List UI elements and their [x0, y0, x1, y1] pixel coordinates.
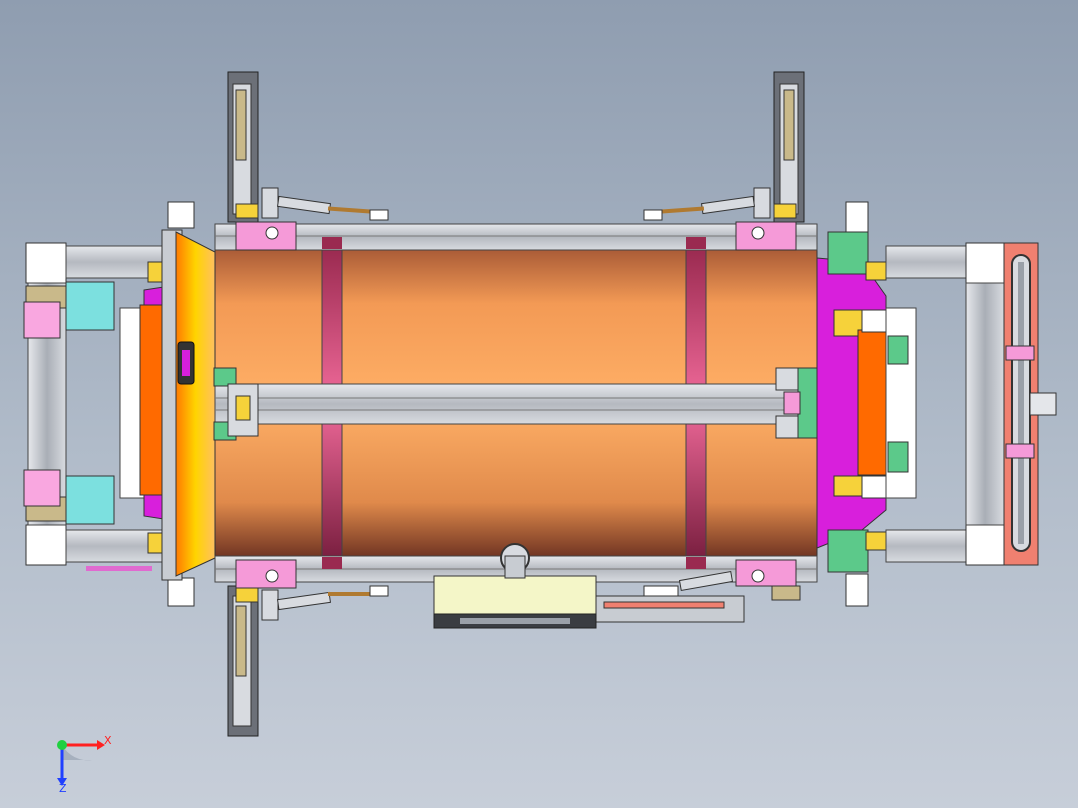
arm-top-left: [227, 71, 389, 251]
cad-assembly-drawing: X Z: [23, 71, 1057, 795]
arm-top-right: [643, 71, 805, 251]
z-axis-label: Z: [59, 782, 67, 795]
x-axis-label: X: [104, 734, 112, 747]
coordinate-triad: X Z: [57, 734, 112, 795]
arm-bottom-left: [227, 559, 389, 737]
cad-viewport[interactable]: X Z: [0, 0, 1078, 808]
y-axis-dot: [57, 740, 67, 750]
